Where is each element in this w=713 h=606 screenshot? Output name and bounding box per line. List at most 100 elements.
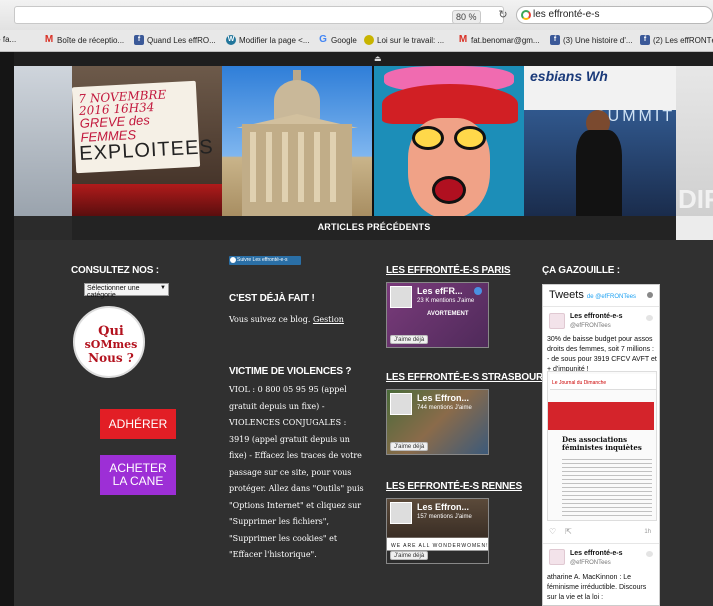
page-avatar — [390, 502, 412, 524]
tweet-image[interactable]: Le Journal du Dimanche Des associations … — [547, 371, 657, 521]
tweet-text: atharine A. MacKinnon : Le féminisme irr… — [547, 574, 647, 601]
adherer-button[interactable]: ADHÉRER — [100, 409, 176, 439]
zoom-indicator[interactable]: 80 % — [452, 10, 481, 24]
bookmark-item[interactable]: M Boîte de réceptio... — [44, 35, 124, 45]
slide-partial-left[interactable] — [14, 66, 72, 216]
gmail-icon: M — [44, 34, 54, 45]
share-icon[interactable]: ⇱ — [565, 527, 572, 536]
previous-articles-bar[interactable]: ARTICLES PRÉCÉDENTS — [72, 216, 676, 240]
tweet-time[interactable]: 1h — [644, 529, 651, 535]
tweet-handle[interactable]: @efFRONTees — [570, 323, 611, 329]
bookmark-label: Google — [331, 35, 357, 45]
twitter-bird-icon — [646, 315, 653, 321]
paris-title[interactable]: LES EFFRONTÉ-E-S PARIS — [386, 265, 511, 276]
tweet-author[interactable]: Les effronté-e-s — [570, 313, 623, 320]
address-bar[interactable] — [14, 6, 504, 24]
strasbourg-title[interactable]: LES EFFRONTÉ-E-S STRASBOURG — [386, 372, 551, 383]
acheter-line-1: ACHETER — [109, 461, 167, 475]
timeline-header: Tweets de @efFRONTees — [549, 289, 636, 301]
facebook-page-strasbourg[interactable]: Les Effron... 744 mentions J'aime J'aime… — [386, 389, 489, 455]
slide-pop-art[interactable] — [374, 66, 524, 216]
slide-strike-sign[interactable]: 7 NOVEMBRE 2016 16H34 GREVE des FEMMES E… — [72, 66, 222, 216]
google-search-icon — [521, 10, 531, 20]
pantheon-column — [282, 132, 288, 202]
pantheon-column — [314, 132, 320, 202]
page-likes: 23 K mentions J'aime — [417, 298, 475, 304]
acheter-label: ACHETER LA CANE — [109, 462, 166, 488]
acheter-la-cane-button[interactable]: ACHETER LA CANE — [100, 455, 176, 495]
like-label: J'aime déjà — [394, 553, 425, 559]
avatar[interactable] — [549, 549, 565, 565]
prevbar-right — [676, 216, 713, 240]
bookmark-item[interactable]: f (2) Les effRONTé — [640, 35, 713, 45]
verified-icon — [474, 287, 482, 295]
search-input[interactable]: les effronté-e-s — [516, 6, 713, 24]
info-icon[interactable] — [647, 292, 653, 298]
slide-summit[interactable]: esbians Wh SUMMIT — [524, 66, 676, 216]
slide-partial-right[interactable]: DIF — [676, 66, 713, 216]
twitter-bird-icon — [646, 551, 653, 557]
search-value: les effronté-e-s — [533, 9, 600, 20]
bookmark-label: Loi sur le travail: ... — [377, 35, 445, 45]
page-name: Les Effron... — [417, 502, 470, 512]
bookmark-item[interactable]: W Modifier la page <... — [226, 35, 309, 45]
bookmark-item[interactable]: f Quand Les effRO... — [134, 35, 216, 45]
bookmark-item[interactable]: - fa... — [0, 35, 16, 44]
chevron-down-icon: ▼ — [160, 285, 166, 291]
follow-label: Suivre Les effronté-e-s — [237, 257, 288, 263]
page-likes: 744 mentions J'aime — [417, 405, 472, 411]
eject-icon[interactable]: ⏏ — [374, 54, 382, 63]
facebook-page-paris[interactable]: Les efFR... 23 K mentions J'aime AVORTEM… — [386, 282, 489, 348]
page-name: Les efFR... — [417, 286, 463, 296]
previous-articles-label: ARTICLES PRÉCÉDENTS — [317, 222, 431, 232]
heart-icon[interactable]: ♡ — [549, 527, 556, 536]
like-button[interactable]: J'aime déjà — [390, 442, 429, 451]
tweet-author[interactable]: Les effronté-e-s — [570, 550, 623, 557]
facebook-page-rennes[interactable]: Les Effron... 157 mentions J'aime WE ARE… — [386, 498, 489, 564]
pantheon-column — [298, 132, 304, 202]
follow-button[interactable]: Suivre Les effronté-e-s — [229, 256, 301, 265]
bookmark-label: - fa... — [0, 35, 17, 44]
rennes-title[interactable]: LES EFFRONTÉ-E-S RENNES — [386, 481, 522, 492]
zoom-level: 80 % — [452, 10, 481, 24]
bookmark-item[interactable]: Loi sur le travail: ... — [364, 35, 444, 45]
left-edge — [0, 52, 14, 606]
newspaper-body — [562, 456, 652, 516]
cover-banner: WE ARE ALL WONDERWOMEN! — [391, 543, 489, 549]
like-label: J'aime déjà — [394, 337, 425, 343]
avatar[interactable] — [549, 313, 565, 329]
page-likes: 157 mentions J'aime — [417, 514, 472, 520]
qui-sommes-nous-button[interactable]: Qui sOMmes Nous ? — [73, 306, 145, 378]
facebook-icon: f — [550, 35, 560, 45]
browser-chrome: 80 % ↻ les effronté-e-s - fa... M Boîte … — [0, 0, 713, 52]
like-button[interactable]: J'aime déjà — [390, 335, 429, 344]
adherer-label: ADHÉRER — [108, 416, 168, 431]
bookmark-label: fat.benomar@gm... — [471, 35, 540, 45]
slide-pantheon[interactable] — [222, 66, 372, 216]
tweet-actions: ♡ ⇱ — [549, 527, 572, 536]
tweet-text: 30% de baisse budget pour assos droits d… — [547, 336, 657, 373]
divider — [543, 543, 659, 544]
bookmark-item[interactable]: f (3) Une histoire d'... — [550, 35, 633, 45]
tweet-handle[interactable]: @efFRONTees — [570, 560, 611, 566]
bookmark-item[interactable]: M fat.benomar@gm... — [458, 35, 540, 45]
protest-sign: 7 NOVEMBRE 2016 16H34 GREVE des FEMMES E… — [72, 80, 214, 174]
side-text: DIF — [678, 184, 713, 214]
page-avatar — [390, 286, 412, 308]
twitter-timeline[interactable]: Tweets de @efFRONTees Les effronté-e-s @… — [542, 284, 660, 606]
reload-icon[interactable]: ↻ — [496, 8, 510, 22]
deja-fait-title: C'EST DÉJÀ FAIT ! — [229, 293, 315, 304]
timeline-title: Tweets — [549, 289, 584, 301]
acheter-line-2: LA CANE — [112, 474, 164, 488]
bookmark-label: (3) Une histoire d'... — [563, 35, 633, 45]
pop-glasses — [412, 126, 444, 150]
bookmark-label: Quand Les effRO... — [147, 35, 216, 45]
bookmark-item[interactable]: G Google — [318, 35, 357, 45]
facebook-icon: f — [134, 35, 144, 45]
like-button[interactable]: J'aime déjà — [390, 551, 429, 560]
wordpress-icon: W — [226, 35, 236, 45]
divider — [543, 306, 659, 307]
gestion-link[interactable]: Gestion — [313, 315, 344, 324]
timeline-by[interactable]: de @efFRONTees — [587, 294, 636, 300]
category-select[interactable]: Sélectionner une catégorie ▼ — [84, 283, 169, 299]
